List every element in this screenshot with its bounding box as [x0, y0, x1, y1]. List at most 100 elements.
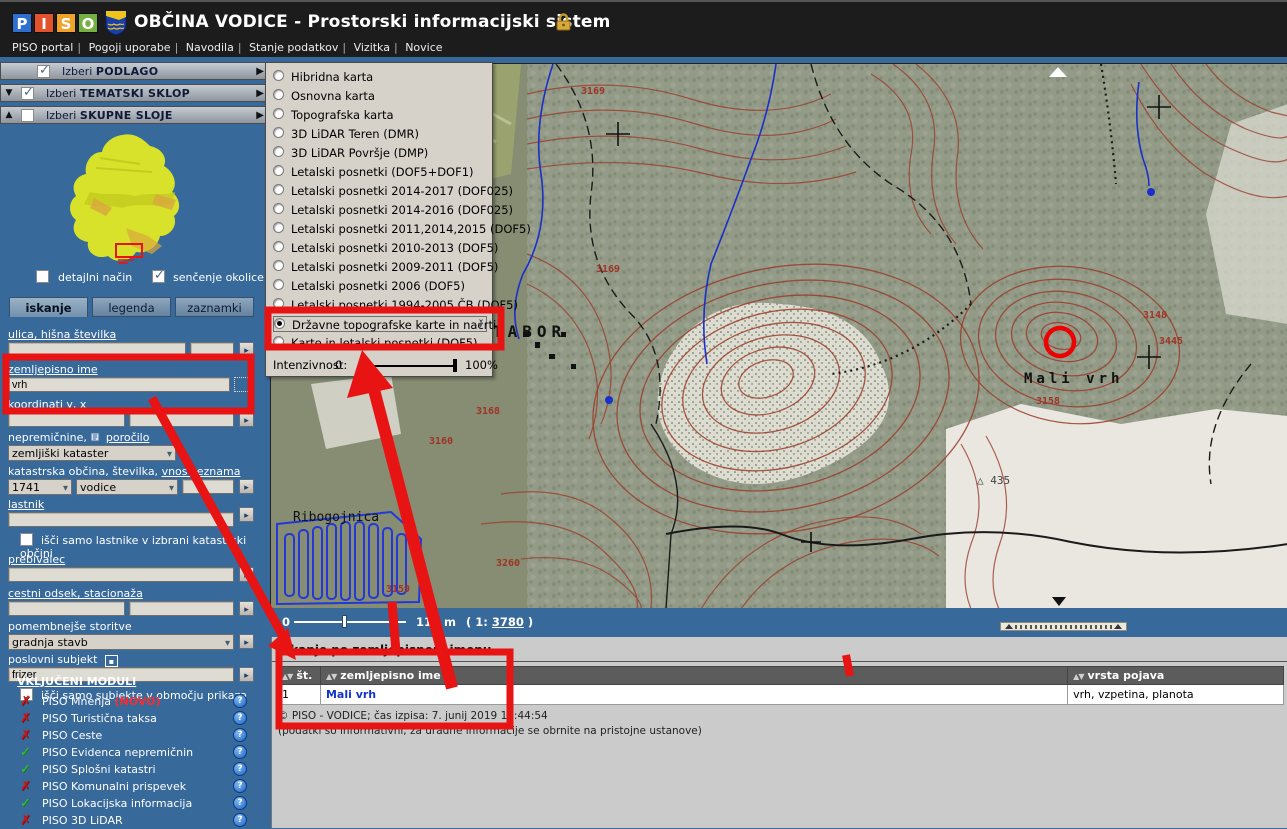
info-icon[interactable]: ▪ [105, 655, 118, 667]
owner-link[interactable]: lastnik [8, 498, 44, 511]
skupne-checkbox[interactable] [21, 109, 34, 122]
menu-novice[interactable]: Novice [405, 41, 442, 54]
layer-option[interactable]: Letalski posnetki 2011,2014,2015 (DOF5) [273, 221, 487, 237]
layer-option[interactable]: Topografska karta [273, 107, 487, 123]
module-link[interactable]: PISO Evidenca nepremičnin [42, 746, 193, 759]
stationing-input[interactable] [129, 601, 234, 616]
layer-option[interactable]: Letalski posnetki (DOF5+DOF1) [273, 164, 487, 180]
road-search-button[interactable]: ▸ [239, 601, 254, 616]
coordinate-x-input[interactable] [129, 412, 234, 427]
section-podlago[interactable]: Izberi PODLAGO ▶ [0, 62, 270, 80]
placename-search-link[interactable]: zemljepisno ime [8, 363, 98, 376]
help-icon[interactable]: ? [233, 779, 247, 793]
radio-icon[interactable] [273, 336, 284, 347]
pan-down-arrow[interactable] [1052, 597, 1066, 606]
layer-option[interactable]: Osnovna karta [273, 88, 487, 104]
chevron-right-icon[interactable]: ▶ [256, 88, 264, 99]
radio-icon[interactable] [273, 241, 284, 252]
layer-option[interactable]: 3D LiDAR Površje (DMP) [273, 145, 487, 161]
layer-option[interactable]: Karte in letalski posnetki (DOF5) [273, 335, 487, 351]
placename-input[interactable] [8, 377, 230, 392]
chevron-right-icon[interactable]: ▶ [256, 110, 264, 121]
owner-input[interactable] [8, 512, 234, 527]
parcel-search-button[interactable]: ▸ [239, 479, 254, 494]
business-search-button[interactable]: ▸ [239, 667, 254, 682]
layer-option[interactable]: 3D LiDAR Teren (DMR) [273, 126, 487, 142]
module-link[interactable]: PISO Komunalni prispevek [42, 780, 186, 793]
radio-icon[interactable] [273, 89, 284, 100]
radio-icon[interactable] [273, 184, 284, 195]
layer-option[interactable]: Letalski posnetki 1994-2005 ČB (DOF5) [273, 297, 487, 313]
layer-option[interactable]: Letalski posnetki 2014-2016 (DOF025) [273, 202, 487, 218]
cadastral-code-select[interactable]: 1741 [8, 479, 72, 495]
coordinates-link[interactable]: koordinati y, x [8, 398, 86, 411]
sort-icon[interactable]: ▲▼ [326, 672, 336, 681]
radio-icon[interactable] [273, 260, 284, 271]
sort-icon[interactable]: ▲▼ [282, 672, 292, 681]
radio-icon[interactable] [273, 108, 284, 119]
report-link[interactable]: poročilo [106, 431, 150, 444]
layer-option[interactable]: Letalski posnetki 2010-2013 (DOF5) [273, 240, 487, 256]
layer-option[interactable]: Letalski posnetki 2006 (DOF5) [273, 278, 487, 294]
layer-option[interactable]: Letalski posnetki 2009-2011 (DOF5) [273, 259, 487, 275]
street-search-link[interactable]: ulica, hišna številka [8, 328, 116, 341]
layer-option[interactable]: Hibridna karta [273, 69, 487, 85]
pan-up-arrow[interactable] [1049, 67, 1067, 77]
triangle-up-icon[interactable]: ▲ [1, 110, 17, 120]
radio-icon[interactable] [273, 222, 284, 233]
cadastral-name-select[interactable]: vodice [76, 479, 178, 495]
help-icon[interactable]: ? [233, 813, 247, 827]
help-icon[interactable]: ? [233, 711, 247, 725]
tab-legenda[interactable]: legenda [92, 297, 171, 317]
street-search-button[interactable]: ▸ [239, 342, 254, 357]
coordinate-y-input[interactable] [8, 412, 125, 427]
column-header-type[interactable]: ▲▼vrsta pojava [1068, 667, 1284, 685]
section-skupne-sloje[interactable]: ▲ Izberi SKUPNE SLOJE ▶ [0, 106, 270, 124]
help-icon[interactable]: ? [233, 796, 247, 810]
layer-option-selected[interactable]: Državne topografske karte in načrti [273, 316, 487, 332]
section-tematski-sklop[interactable]: ▼ Izberi TEMATSKI SKLOP ▶ [0, 84, 270, 102]
scale-ratio-link[interactable]: 3780 [492, 615, 524, 629]
chevron-right-icon[interactable]: ▶ [256, 66, 264, 77]
column-header-name[interactable]: ▲▼zemljepisno ime [320, 667, 1067, 685]
house-number-input[interactable] [190, 342, 234, 357]
tab-zaznamki[interactable]: zaznamki [175, 297, 254, 317]
menu-navodila[interactable]: Navodila [186, 41, 234, 54]
coordinates-go-button[interactable]: ▸ [239, 412, 254, 427]
placename-search-button[interactable] [234, 377, 254, 392]
podlago-checkbox[interactable] [37, 65, 50, 78]
module-link[interactable]: PISO Splošni katastri [42, 763, 156, 776]
services-select[interactable]: gradnja stavb [8, 634, 234, 650]
intensity-slider-track[interactable] [361, 365, 456, 367]
services-search-button[interactable]: ▸ [239, 634, 254, 649]
resident-input[interactable] [8, 567, 234, 582]
zoom-slider-handle[interactable] [342, 615, 347, 628]
street-input[interactable] [8, 342, 186, 357]
triangle-down-icon[interactable]: ▼ [1, 88, 17, 98]
radio-selected-icon[interactable] [274, 318, 285, 329]
overview-map[interactable] [60, 132, 210, 272]
radio-icon[interactable] [273, 146, 284, 157]
tab-iskanje[interactable]: iskanje [9, 297, 88, 317]
help-icon[interactable]: ? [233, 728, 247, 742]
radio-icon[interactable] [273, 298, 284, 309]
module-link[interactable]: PISO Ceste [42, 729, 102, 742]
radio-icon[interactable] [273, 279, 284, 290]
road-section-input[interactable] [8, 601, 125, 616]
layer-option[interactable]: Letalski posnetki 2014-2017 (DOF025) [273, 183, 487, 199]
menu-stanje-podatkov[interactable]: Stanje podatkov [249, 41, 338, 54]
shading-checkbox[interactable] [152, 270, 165, 283]
owner-search-button[interactable]: ▸ [239, 507, 254, 522]
sort-icon[interactable]: ▲▼ [1073, 672, 1083, 681]
module-link[interactable]: PISO 3D LiDAR [42, 814, 123, 827]
list-entry-link[interactable]: vnos seznama [162, 465, 241, 478]
module-link[interactable]: PISO Turistična taksa [42, 712, 157, 725]
zoom-slider-track[interactable] [294, 621, 406, 623]
resident-link[interactable]: prebivalec [8, 553, 65, 566]
help-icon[interactable]: ? [233, 694, 247, 708]
parcel-number-input[interactable] [182, 479, 234, 494]
cadastre-type-select[interactable]: zemljiški kataster [8, 445, 176, 461]
result-link[interactable]: Mali vrh [326, 688, 376, 701]
column-header-num[interactable]: ▲▼št. [277, 667, 321, 685]
radio-icon[interactable] [273, 165, 284, 176]
